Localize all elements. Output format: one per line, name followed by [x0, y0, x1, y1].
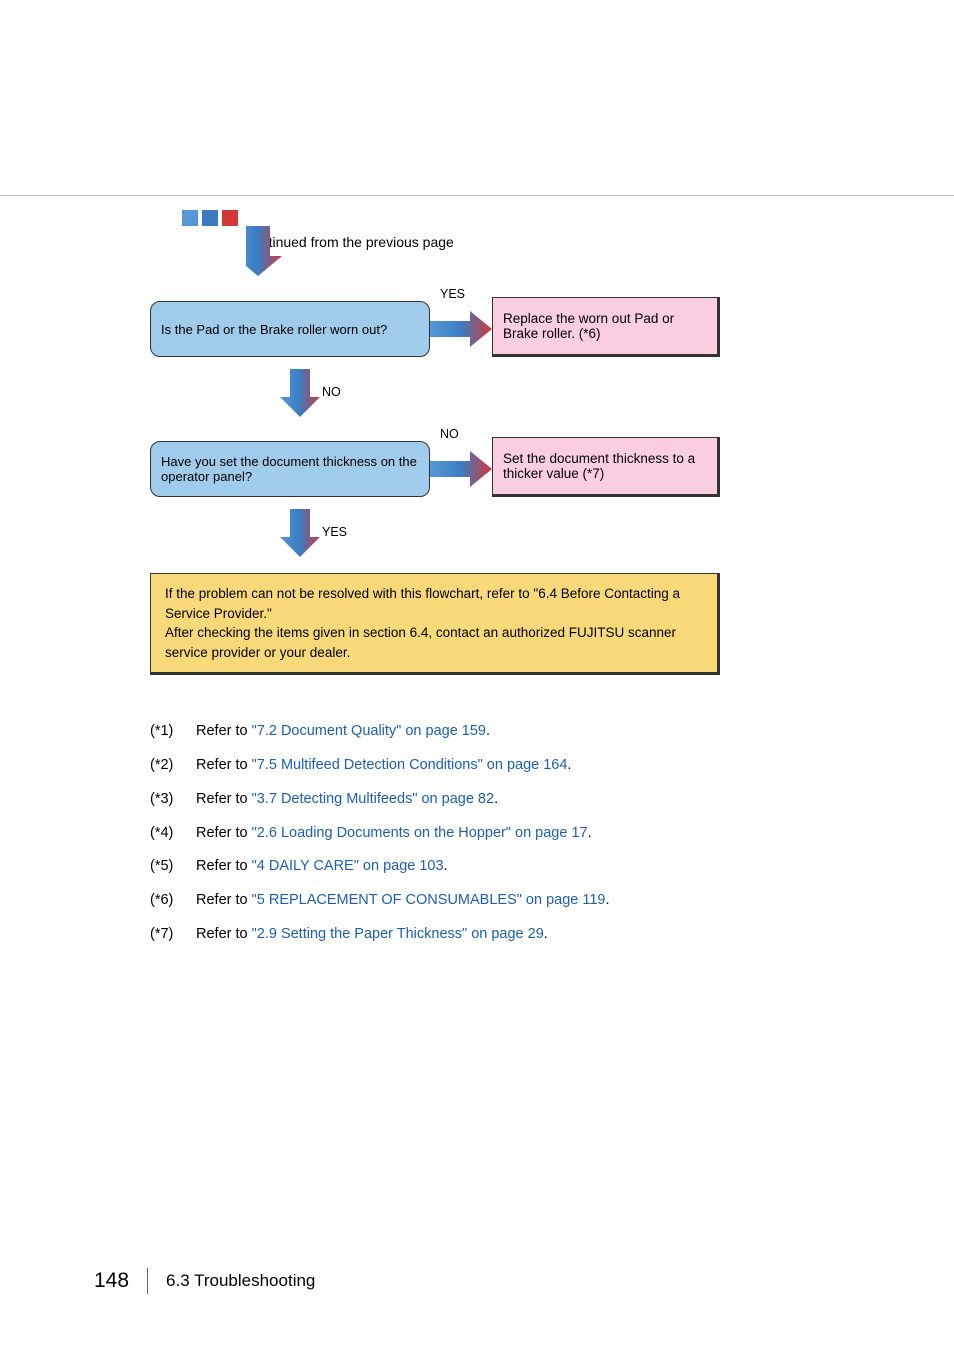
footnote-num: (*4): [150, 823, 196, 845]
text-part: .: [494, 791, 498, 807]
decision-text: Is the Pad or the Brake roller worn out?: [161, 322, 387, 337]
text-part: Have you set the document thickness: [161, 454, 381, 469]
footnotes: (*1) Refer to "7.2 Document Quality" on …: [150, 721, 830, 945]
footnote-row: (*4) Refer to "2.6 Loading Documents on …: [150, 823, 830, 845]
footnote-row: (*6) Refer to "5 REPLACEMENT OF CONSUMAB…: [150, 890, 830, 912]
right-arrow-icon: [430, 309, 492, 349]
no-label: NO: [322, 385, 341, 399]
square-icon: [242, 210, 258, 226]
yes-label: YES: [440, 287, 465, 301]
link-ref[interactable]: "7.2 Document Quality" on page 159: [252, 723, 486, 739]
page-footer: 148 6.3 Troubleshooting: [94, 1268, 315, 1294]
text-part: Refer to: [196, 892, 252, 908]
section-title: 6.3 Troubleshooting: [166, 1271, 315, 1291]
footnote-text: Refer to "4 DAILY CARE" on page 103.: [196, 856, 448, 878]
footnote-row: (*5) Refer to "4 DAILY CARE" on page 103…: [150, 856, 830, 878]
action-text: Replace the worn out Pad or Brake roller…: [503, 311, 707, 341]
action-box-set-thickness: Set the document thickness to a thicker …: [492, 437, 720, 497]
footnote-num: (*2): [150, 755, 196, 777]
text-part: .: [544, 926, 548, 942]
text-part: .: [588, 825, 592, 841]
square-icon: [182, 210, 198, 226]
footnote-text: Refer to "7.5 Multifeed Detection Condit…: [196, 755, 571, 777]
action-text: Set the document thickness to a thicker …: [503, 451, 707, 481]
page-number: 148: [94, 1269, 129, 1293]
final-text: If the problem can not be resolved with …: [165, 586, 680, 660]
text-part: Refer to: [196, 757, 252, 773]
footnote-num: (*3): [150, 789, 196, 811]
text-part: .: [567, 757, 571, 773]
text-part: Refer to: [196, 723, 252, 739]
footnote-row: (*7) Refer to "2.9 Setting the Paper Thi…: [150, 924, 830, 946]
link-ref[interactable]: "4 DAILY CARE" on page 103: [252, 858, 444, 874]
text-part: on: [381, 454, 395, 469]
link-ref[interactable]: "3.7 Detecting Multifeeds" on page 82: [252, 791, 494, 807]
square-icon: [222, 210, 238, 226]
square-icon: [202, 210, 218, 226]
no-label: NO: [440, 427, 459, 441]
text-part: .: [605, 892, 609, 908]
yes-label: YES: [322, 525, 347, 539]
footnote-text: Refer to "3.7 Detecting Multifeeds" on p…: [196, 789, 498, 811]
down-arrow-icon: [246, 226, 306, 276]
decision-box-thickness: Have you set the document thickness on t…: [150, 441, 430, 497]
link-ref[interactable]: "2.6 Loading Documents on the Hopper" on…: [252, 825, 588, 841]
footnote-text: Refer to "7.2 Document Quality" on page …: [196, 721, 490, 743]
footnote-num: (*6): [150, 890, 196, 912]
footnote-num: (*7): [150, 924, 196, 946]
right-arrow-icon: [430, 449, 492, 489]
link-ref[interactable]: "7.5 Multifeed Detection Conditions" on …: [252, 757, 568, 773]
footnote-text: Refer to "5 REPLACEMENT OF CONSUMABLES" …: [196, 890, 610, 912]
final-instruction-box: If the problem can not be resolved with …: [150, 573, 720, 675]
text-part: Refer to: [196, 791, 252, 807]
decision-text: Have you set the document thickness on t…: [161, 454, 419, 484]
decision-box-pad-roller: Is the Pad or the Brake roller worn out?: [150, 301, 430, 357]
decorative-squares: [182, 210, 258, 226]
text-part: .: [444, 858, 448, 874]
text-part: Refer to: [196, 926, 252, 942]
footnote-row: (*2) Refer to "7.5 Multifeed Detection C…: [150, 755, 830, 777]
link-ref[interactable]: "5 REPLACEMENT OF CONSUMABLES" on page 1…: [252, 892, 606, 908]
link-ref[interactable]: "2.9 Setting the Paper Thickness" on pag…: [252, 926, 544, 942]
action-box-replace-roller: Replace the worn out Pad or Brake roller…: [492, 297, 720, 357]
text-part: Refer to: [196, 825, 252, 841]
text-part: Refer to: [196, 858, 252, 874]
divider: [147, 1268, 148, 1294]
horizontal-rule: [0, 195, 954, 196]
footnote-text: Refer to "2.9 Setting the Paper Thicknes…: [196, 924, 548, 946]
footnote-row: (*1) Refer to "7.2 Document Quality" on …: [150, 721, 830, 743]
down-arrow-icon: [280, 369, 320, 419]
page-content: continued from the previous page YES Is …: [150, 210, 830, 958]
text-part: .: [486, 723, 490, 739]
footnote-text: Refer to "2.6 Loading Documents on the H…: [196, 823, 592, 845]
footnote-num: (*1): [150, 721, 196, 743]
footnote-row: (*3) Refer to "3.7 Detecting Multifeeds"…: [150, 789, 830, 811]
footnote-num: (*5): [150, 856, 196, 878]
continued-label: continued from the previous page: [246, 234, 830, 250]
down-arrow-icon: [280, 509, 320, 559]
